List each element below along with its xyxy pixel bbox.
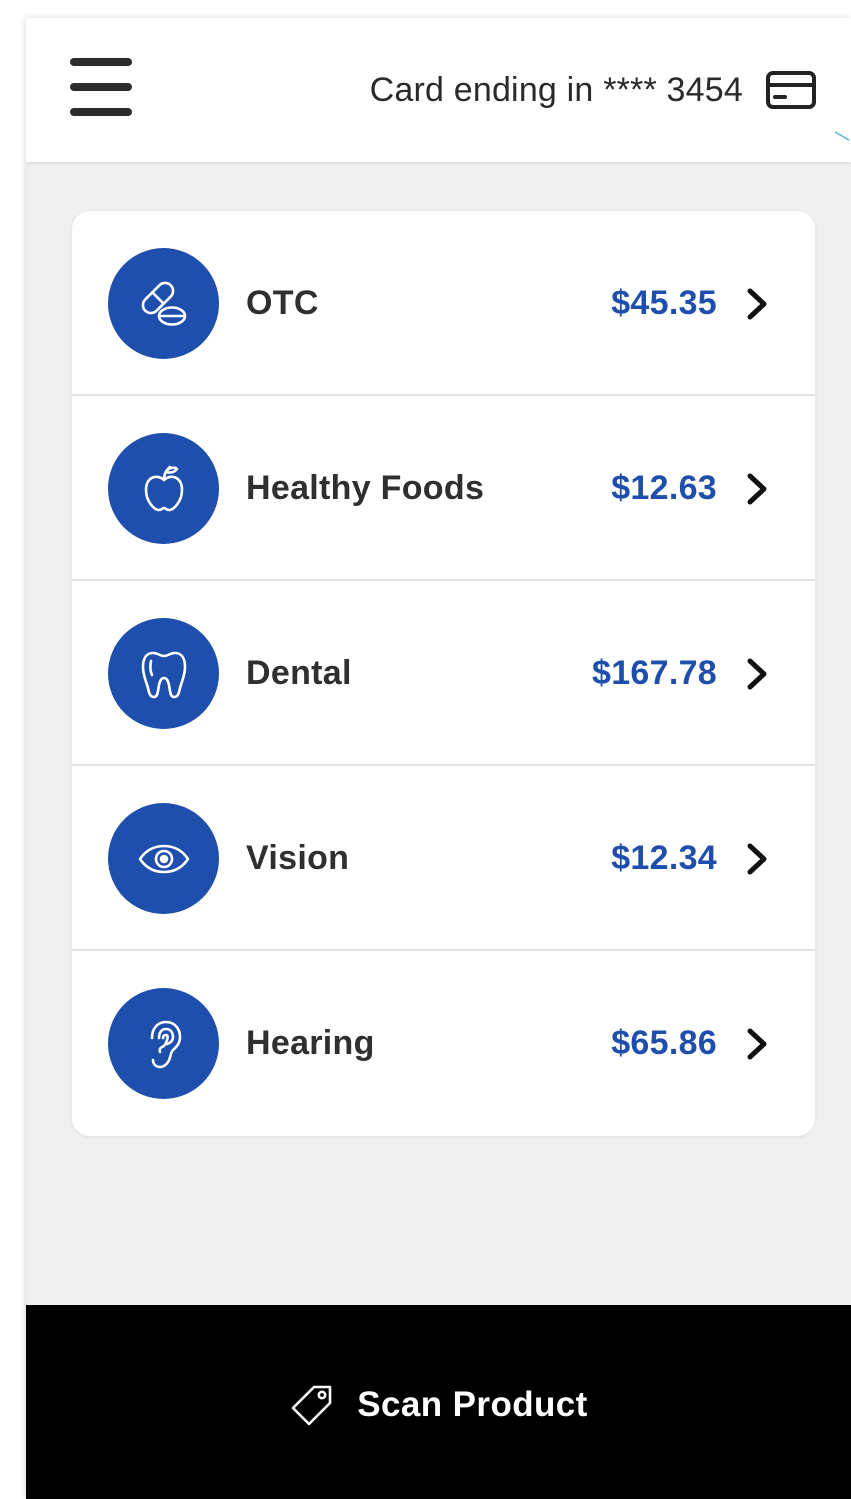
benefit-label: Vision <box>246 839 350 877</box>
benefit-label: Hearing <box>246 1024 375 1062</box>
benefit-amount: $12.34 <box>611 839 717 877</box>
benefit-amount: $45.35 <box>611 284 717 322</box>
chevron-right-icon <box>747 843 767 875</box>
chevron-right-icon <box>747 658 767 690</box>
apple-icon <box>108 433 219 544</box>
card-ending-label: Card ending in **** 3454 <box>369 70 743 109</box>
card-selector[interactable]: Card ending in **** 3454 <box>370 68 817 112</box>
benefit-amount: $12.63 <box>611 469 717 507</box>
scan-product-button[interactable]: Scan Product <box>26 1305 851 1499</box>
benefits-list: OTC $45.35 Healthy Foods $12.63 Dental $… <box>72 211 815 1136</box>
benefit-row-vision[interactable]: Vision $12.34 <box>72 766 815 951</box>
benefit-row-dental[interactable]: Dental $167.78 <box>72 581 815 766</box>
benefit-row-otc[interactable]: OTC $45.35 <box>72 211 815 396</box>
pills-icon <box>108 248 219 359</box>
tooth-icon <box>108 618 219 729</box>
scan-product-bar: Scan Product <box>26 1305 851 1499</box>
chevron-right-icon <box>747 473 767 505</box>
benefit-label: Healthy Foods <box>246 469 485 507</box>
benefit-amount: $167.78 <box>591 654 717 692</box>
benefit-label: Dental <box>246 654 352 692</box>
price-tag-icon <box>291 1385 332 1426</box>
benefit-label: OTC <box>246 284 319 322</box>
decorative-accent-line <box>835 131 850 141</box>
benefit-row-healthy-foods[interactable]: Healthy Foods $12.63 <box>72 396 815 581</box>
ear-icon <box>108 988 219 1099</box>
chevron-right-icon <box>747 1028 767 1060</box>
eye-icon <box>108 803 219 914</box>
chevron-right-icon <box>747 288 767 320</box>
credit-card-icon <box>766 71 816 109</box>
benefit-row-hearing[interactable]: Hearing $65.86 <box>72 951 815 1136</box>
scan-product-label: Scan Product <box>357 1385 588 1424</box>
app-header: Card ending in **** 3454 <box>26 18 851 162</box>
hamburger-menu-icon[interactable] <box>70 56 132 120</box>
benefit-amount: $65.86 <box>611 1024 717 1062</box>
app-screen: Card ending in **** 3454 OTC $45.35 Heal… <box>26 18 851 1499</box>
